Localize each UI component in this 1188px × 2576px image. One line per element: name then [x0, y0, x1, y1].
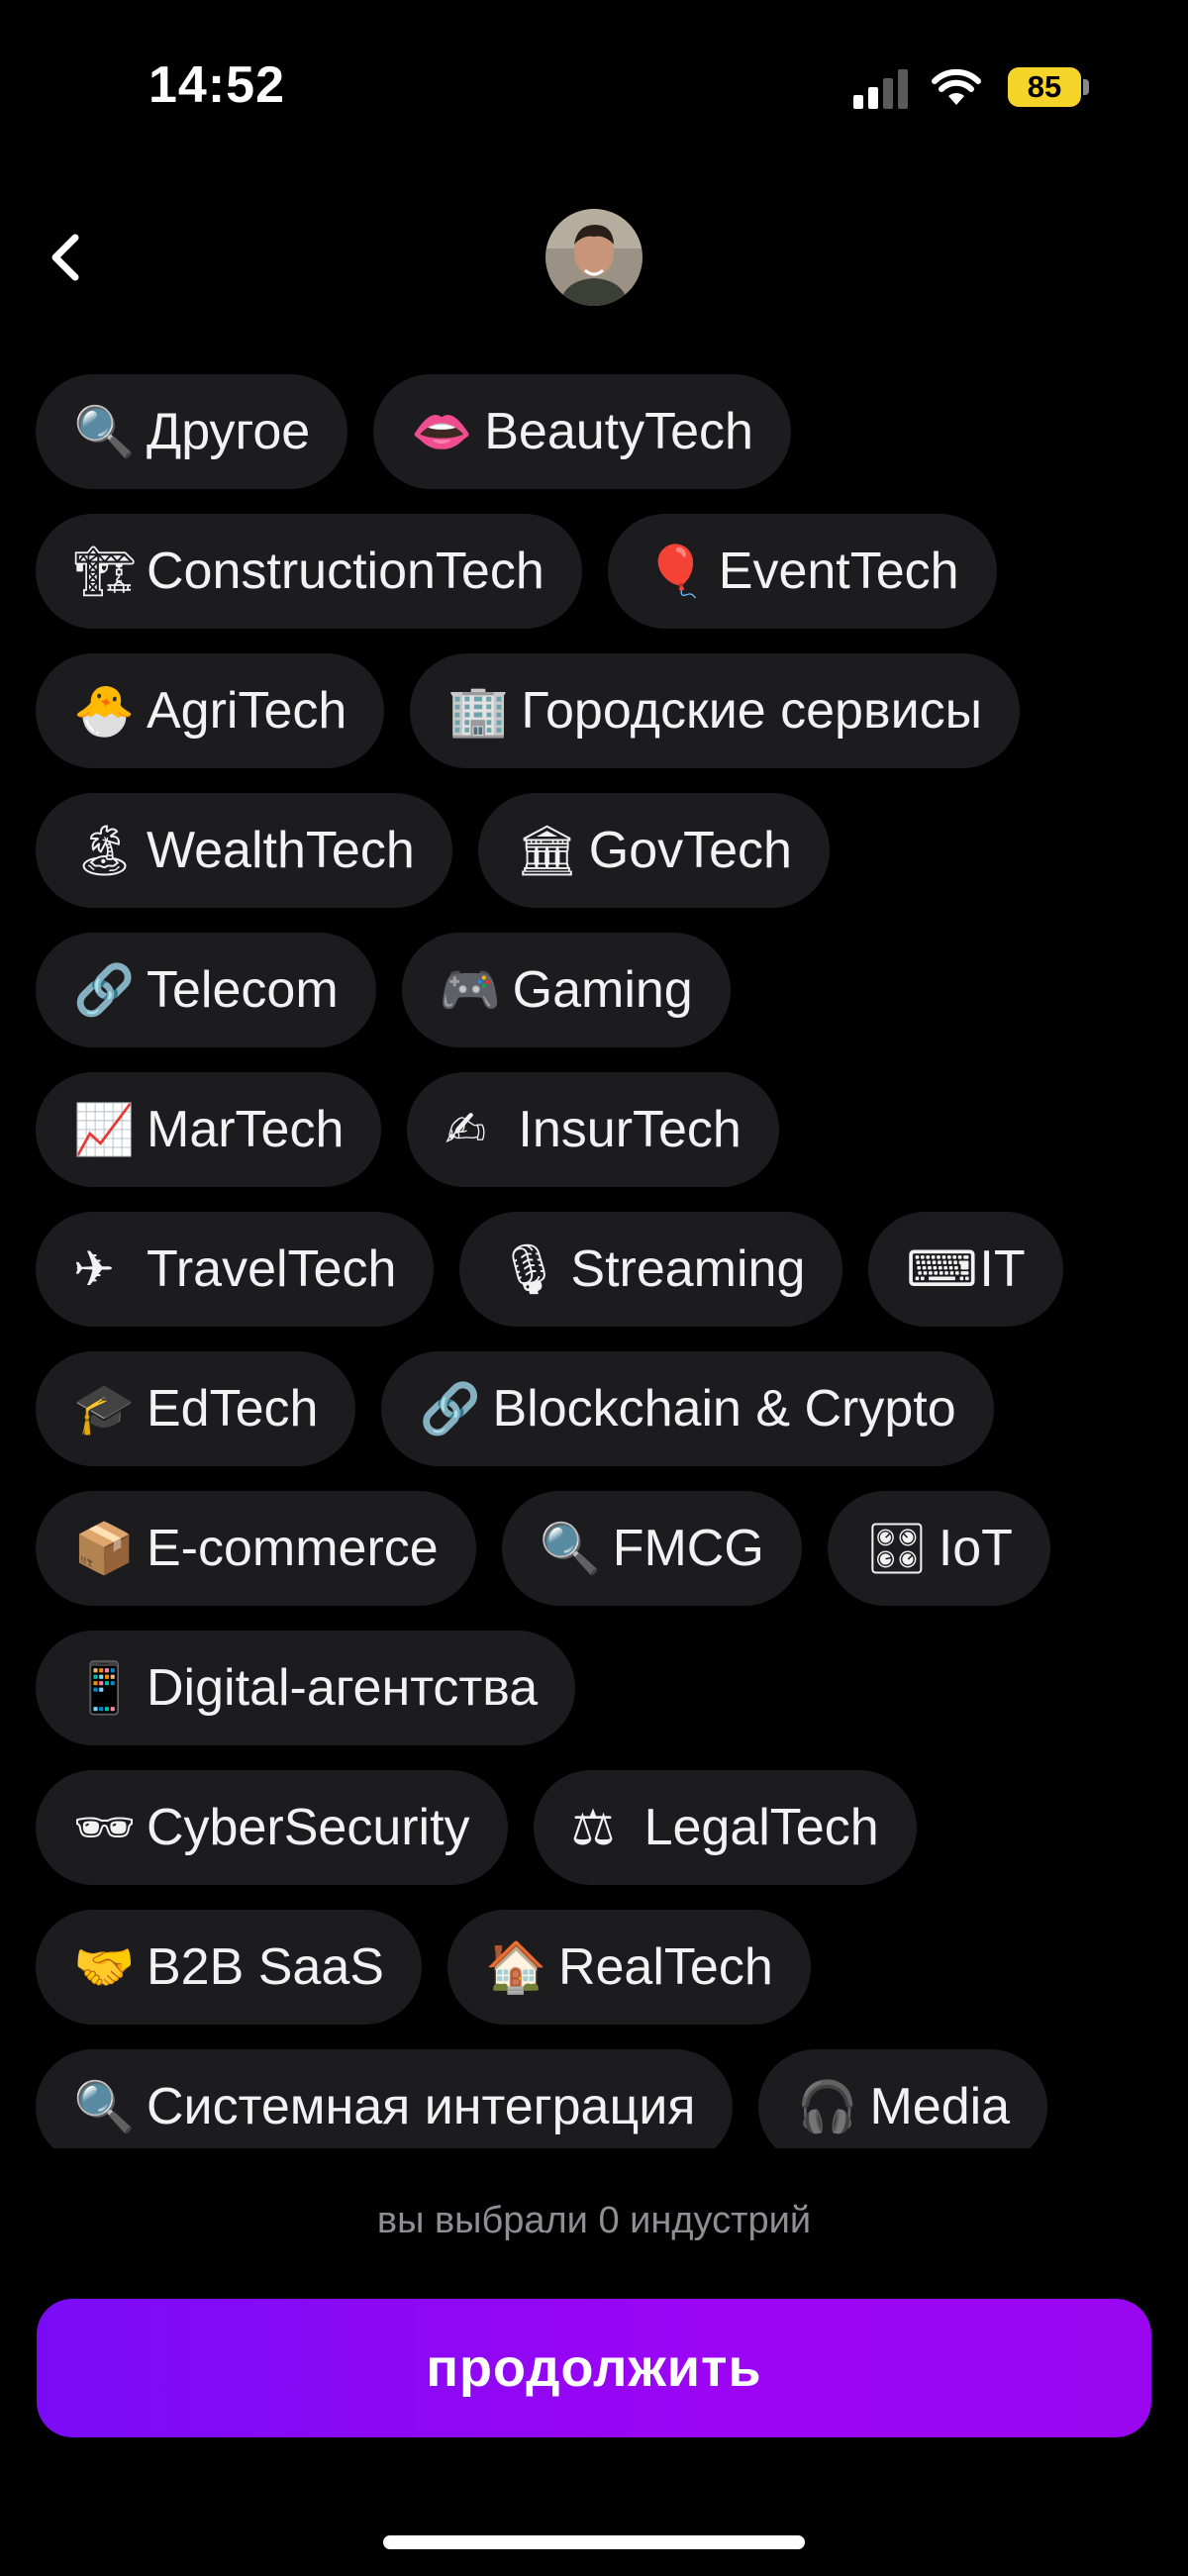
chip-other[interactable]: 🔍 Другое — [36, 374, 348, 489]
chart-up-icon: 📈 — [73, 1100, 136, 1158]
chip-label: Городские сервисы — [521, 682, 983, 740]
chip-label: Streaming — [570, 1240, 806, 1298]
link-icon: 🔗 — [73, 960, 136, 1019]
chip-iot[interactable]: 🎛 IoT — [827, 1491, 1050, 1606]
battery-tip — [1083, 79, 1089, 95]
magnifier-icon: 🔍 — [73, 2077, 136, 2135]
office-building-icon: 🏢 — [447, 681, 510, 740]
handshake-icon: 🤝 — [73, 1937, 136, 1996]
home-indicator[interactable] — [383, 2535, 805, 2549]
chip-label: RealTech — [557, 1938, 773, 1996]
chip-label: MarTech — [147, 1101, 345, 1158]
lips-icon: 👄 — [411, 402, 473, 460]
chip-wealthtech[interactable]: 🏝 WealthTech — [36, 793, 452, 908]
chip-label: EventTech — [718, 543, 959, 600]
selected-count: вы выбрали 0 индустрий — [376, 2200, 812, 2241]
chip-fmcg[interactable]: 🔍 FMCG — [501, 1491, 802, 1606]
magnifier-icon: 🔍 — [73, 402, 136, 460]
chip-label: FMCG — [612, 1520, 764, 1577]
chip-label: Digital-агентства — [147, 1659, 539, 1717]
chip-label: EdTech — [147, 1380, 319, 1437]
chip-media[interactable]: 🎧 Media — [758, 2049, 1048, 2148]
avatar-image — [545, 209, 643, 306]
chip-label: IoT — [938, 1520, 1013, 1577]
chip-label: LegalTech — [644, 1799, 879, 1856]
chip-ecommerce[interactable]: 📦 E-commerce — [36, 1491, 476, 1606]
keyboard-icon: ⌨ — [906, 1240, 978, 1298]
scales-icon: ⚖ — [570, 1799, 616, 1856]
wifi-icon — [932, 68, 981, 105]
chip-label: Системная интеграция — [147, 2078, 696, 2135]
chip-label: AgriTech — [147, 682, 347, 740]
balloon-icon: 🎈 — [644, 542, 708, 600]
classical-building-icon: 🏛 — [515, 821, 579, 879]
chip-label: GovTech — [588, 822, 792, 879]
industry-chips: 🔍 Другое 👄 BeautyTech 🏗 ConstructionTech 🎈 E… — [0, 366, 1188, 2148]
chip-label: TravelTech — [147, 1240, 397, 1298]
crane-icon: 🏗 — [73, 542, 137, 600]
chip-martech[interactable]: 📈 MarTech — [36, 1072, 382, 1187]
chip-label: CyberSecurity — [147, 1799, 470, 1856]
chip-label: Другое — [147, 403, 311, 460]
chip-label: Blockchain & Crypto — [492, 1380, 956, 1437]
chip-label: InsurTech — [518, 1101, 742, 1158]
continue-button[interactable]: продолжить — [37, 2299, 1151, 2437]
chip-cybersecurity[interactable]: 🕶 CyberSecurity — [36, 1770, 508, 1885]
chip-eventtech[interactable]: 🎈 EventTech — [607, 514, 997, 629]
chip-label: WealthTech — [147, 822, 415, 879]
status-time: 14:52 — [148, 56, 285, 114]
chip-beautytech[interactable]: 👄 BeautyTech — [373, 374, 791, 489]
chip-label: BeautyTech — [484, 403, 753, 460]
chip-realtech[interactable]: 🏠 RealTech — [446, 1910, 811, 2025]
chip-city-services[interactable]: 🏢 Городские сервисы — [410, 653, 1021, 768]
chip-telecom[interactable]: 🔗 Telecom — [36, 933, 376, 1047]
chip-system-integration[interactable]: 🔍 Системная интеграция — [36, 2049, 734, 2148]
chip-agritech[interactable]: 🐣 AgriTech — [36, 653, 385, 768]
chip-edtech[interactable]: 🎓 EdTech — [36, 1351, 356, 1466]
back-button[interactable] — [40, 218, 99, 297]
headphones-icon: 🎧 — [796, 2077, 858, 2135]
status-bar: 14:52 85 — [0, 0, 1188, 173]
chip-constructiontech[interactable]: 🏗 ConstructionTech — [36, 514, 582, 629]
airplane-icon: ✈ — [73, 1240, 115, 1298]
chip-label: B2B SaaS — [147, 1938, 384, 1996]
chip-b2b-saas[interactable]: 🤝 B2B SaaS — [36, 1910, 422, 2025]
chevron-left-icon — [51, 234, 79, 281]
chip-label: ConstructionTech — [147, 543, 544, 600]
microphone-icon: 🎙 — [497, 1239, 560, 1298]
chip-label: Media — [869, 2078, 1011, 2135]
avatar[interactable] — [545, 209, 643, 306]
chip-blockchain-crypto[interactable]: 🔗 Blockchain & Crypto — [381, 1351, 994, 1466]
chip-label: IT — [979, 1240, 1026, 1298]
chip-label: E-commerce — [147, 1520, 439, 1577]
mobile-phone-icon: 📱 — [73, 1658, 136, 1717]
writing-hand-icon: ✍ — [445, 1101, 487, 1158]
chick-icon: 🐣 — [73, 681, 136, 740]
house-icon: 🏠 — [484, 1937, 547, 1996]
chip-gaming[interactable]: 🎮 Gaming — [401, 933, 731, 1047]
chip-traveltech[interactable]: ✈ TravelTech — [36, 1212, 435, 1327]
link-icon: 🔗 — [419, 1379, 481, 1437]
chip-label: Telecom — [147, 961, 339, 1019]
graduation-cap-icon: 🎓 — [73, 1379, 136, 1437]
chip-it[interactable]: ⌨ IT — [868, 1212, 1063, 1327]
signal-icon — [853, 69, 908, 109]
chip-digital-agencies[interactable]: 📱 Digital-агентства — [36, 1631, 576, 1745]
sunglasses-icon: 🕶 — [73, 1798, 137, 1856]
chip-label: Gaming — [512, 961, 693, 1019]
package-icon: 📦 — [73, 1519, 136, 1577]
battery-icon: 85 — [1008, 67, 1081, 107]
control-knobs-icon: 🎛 — [864, 1519, 929, 1577]
island-icon: 🏝 — [73, 821, 137, 879]
chip-insurtech[interactable]: ✍ InsurTech — [407, 1072, 779, 1187]
magnifier-icon: 🔍 — [539, 1519, 601, 1577]
chip-streaming[interactable]: 🎙 Streaming — [459, 1212, 843, 1327]
chip-legaltech[interactable]: ⚖ LegalTech — [533, 1770, 917, 1885]
chip-govtech[interactable]: 🏛 GovTech — [477, 793, 830, 908]
gamepad-icon: 🎮 — [439, 960, 501, 1019]
